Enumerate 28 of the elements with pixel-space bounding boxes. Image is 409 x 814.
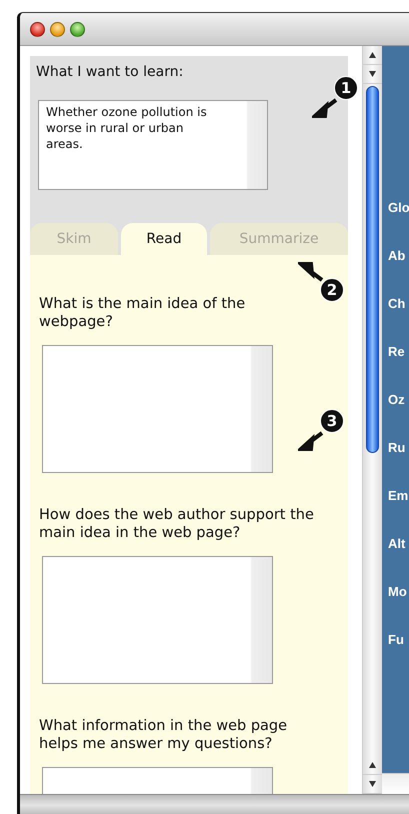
nav-link[interactable]: Mo: [382, 584, 409, 600]
nav-link[interactable]: Em: [382, 488, 409, 504]
callout-number: 1: [334, 76, 358, 100]
minimize-button[interactable]: [50, 22, 65, 36]
answer-field[interactable]: [42, 556, 273, 684]
question-text: How does the web author support the main idea in the web page?: [39, 506, 315, 542]
nav-link[interactable]: Oz: [382, 392, 409, 408]
question-text: What information in the web page helps me answer my questions?: [39, 717, 288, 753]
scroll-thumb[interactable]: [366, 86, 379, 453]
nav-link[interactable]: Ch: [382, 296, 409, 312]
answer-field[interactable]: [42, 345, 273, 473]
scroll-down-icon[interactable]: [369, 781, 376, 787]
nav-link[interactable]: Re: [382, 344, 409, 360]
nav-link[interactable]: Ru: [382, 440, 409, 456]
nav-link[interactable]: Fu: [382, 632, 409, 648]
nav-link[interactable]: Glo: [382, 200, 409, 216]
vertical-scrollbar[interactable]: [362, 46, 382, 794]
nav-link[interactable]: Ab: [382, 248, 409, 264]
learn-label: What I want to learn:: [36, 64, 184, 80]
tab[interactable]: Read: [121, 223, 207, 255]
close-button[interactable]: [30, 22, 45, 36]
scroll-up-icon[interactable]: [369, 762, 376, 768]
nav-link[interactable]: Alt: [382, 536, 409, 552]
learn-field[interactable]: Whether ozone pollution is worse in rural or urban areas.: [38, 100, 268, 190]
scroll-up-icon[interactable]: [369, 52, 376, 58]
zoom-button[interactable]: [70, 22, 85, 36]
scroll-down-icon[interactable]: [369, 71, 376, 77]
question-text: What is the main idea of the webpage?: [39, 295, 246, 331]
